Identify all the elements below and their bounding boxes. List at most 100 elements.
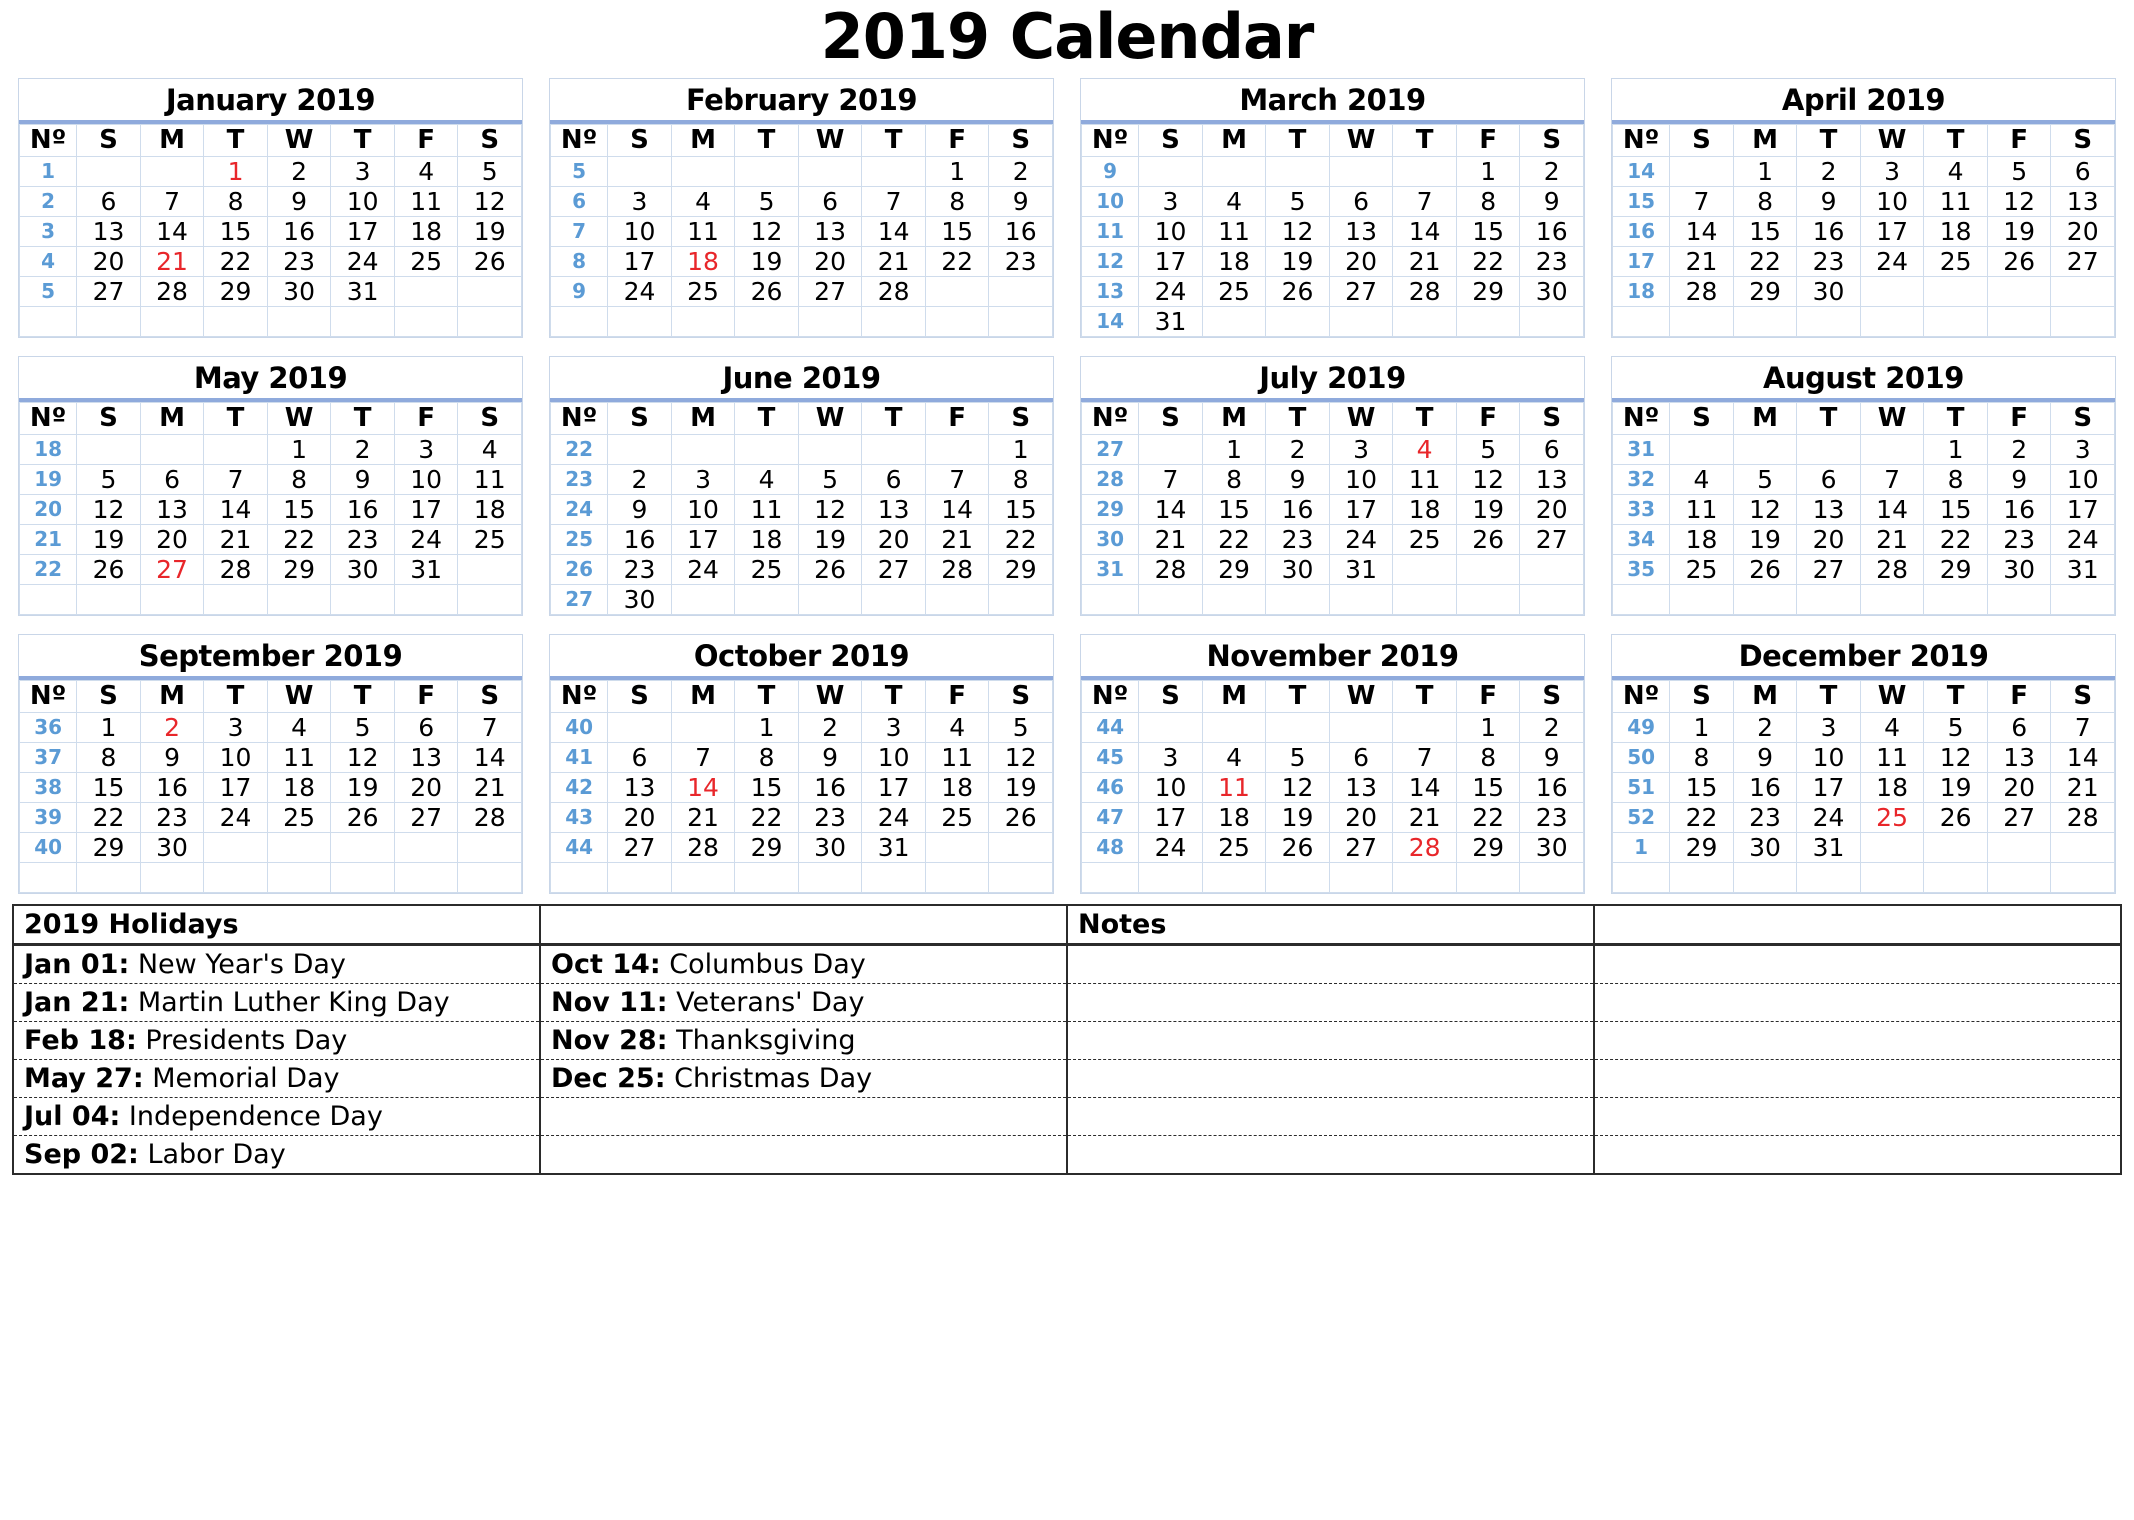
day-cell[interactable]: 28 (1138, 554, 1203, 585)
day-cell[interactable]: 20 (1796, 524, 1861, 555)
day-cell[interactable]: 19 (1923, 772, 1988, 803)
day-cell[interactable]: 4 (393, 156, 459, 187)
day-cell[interactable]: 3 (607, 186, 672, 217)
day-cell[interactable]: 17 (1328, 494, 1394, 525)
day-cell[interactable]: 9 (1986, 464, 2052, 495)
day-cell[interactable]: 11 (457, 464, 522, 495)
day-cell[interactable]: 25 (1923, 246, 1988, 277)
day-cell[interactable]: 22 (1455, 802, 1521, 833)
day-cell[interactable]: 15 (1201, 494, 1267, 525)
day-cell[interactable]: 1 (1669, 712, 1734, 743)
day-cell[interactable]: 5 (1265, 742, 1330, 773)
day-cell[interactable]: 22 (266, 524, 332, 555)
day-cell[interactable]: 7 (139, 186, 205, 217)
day-cell[interactable]: 11 (1201, 216, 1267, 247)
day-cell[interactable]: 6 (607, 742, 672, 773)
day-cell[interactable]: 17 (1859, 216, 1925, 247)
day-cell[interactable]: 17 (1796, 772, 1861, 803)
day-cell[interactable]: 11 (393, 186, 459, 217)
day-cell[interactable]: 15 (203, 216, 268, 247)
day-cell[interactable]: 2 (1519, 712, 1584, 743)
day-cell[interactable]: 15 (1732, 216, 1798, 247)
day-cell[interactable]: 4 (1859, 712, 1925, 743)
day-cell[interactable]: 16 (1796, 216, 1861, 247)
day-cell[interactable]: 3 (1328, 434, 1394, 465)
day-cell[interactable]: 23 (607, 554, 672, 585)
day-cell[interactable]: 19 (988, 772, 1053, 803)
day-cell[interactable]: 9 (139, 742, 205, 773)
day-cell[interactable]: 31 (330, 276, 395, 307)
day-cell[interactable]: 21 (457, 772, 522, 803)
day-cell[interactable]: 6 (393, 712, 459, 743)
day-cell[interactable]: 20 (1986, 772, 2052, 803)
day-cell[interactable]: 9 (988, 186, 1053, 217)
day-cell[interactable]: 25 (1392, 524, 1457, 555)
day-cell[interactable]: 23 (988, 246, 1053, 277)
notes-extra-cell[interactable] (1593, 944, 2122, 984)
day-cell[interactable]: 21 (924, 524, 990, 555)
day-cell[interactable]: 16 (1519, 772, 1584, 803)
day-cell[interactable]: 7 (203, 464, 268, 495)
day-cell[interactable]: 13 (1986, 742, 2052, 773)
day-cell[interactable]: 22 (988, 524, 1053, 555)
day-cell[interactable]: 9 (1732, 742, 1798, 773)
day-cell[interactable]: 27 (1328, 832, 1394, 863)
notes-extra-cell[interactable] (1593, 983, 2122, 1022)
day-cell[interactable]: 27 (1328, 276, 1394, 307)
day-cell[interactable]: 24 (393, 524, 459, 555)
day-cell[interactable]: 20 (1328, 246, 1394, 277)
holiday-day-cell[interactable]: 11 (1201, 772, 1267, 803)
day-cell[interactable]: 25 (1201, 276, 1267, 307)
day-cell[interactable]: 26 (457, 246, 522, 277)
day-cell[interactable]: 4 (1201, 742, 1267, 773)
day-cell[interactable]: 24 (2050, 524, 2115, 555)
holiday-day-cell[interactable]: 21 (139, 246, 205, 277)
day-cell[interactable]: 13 (1328, 772, 1394, 803)
holiday-day-cell[interactable]: 27 (139, 554, 205, 585)
day-cell[interactable]: 19 (1455, 494, 1521, 525)
day-cell[interactable]: 20 (861, 524, 926, 555)
day-cell[interactable]: 17 (1138, 246, 1203, 277)
day-cell[interactable]: 9 (1519, 186, 1584, 217)
day-cell[interactable]: 30 (797, 832, 863, 863)
day-cell[interactable]: 14 (924, 494, 990, 525)
day-cell[interactable]: 2 (1519, 156, 1584, 187)
day-cell[interactable]: 14 (1392, 216, 1457, 247)
day-cell[interactable]: 25 (266, 802, 332, 833)
day-cell[interactable]: 22 (1201, 524, 1267, 555)
day-cell[interactable]: 29 (1669, 832, 1734, 863)
notes-cell[interactable] (1066, 1135, 1595, 1175)
day-cell[interactable]: 14 (1392, 772, 1457, 803)
day-cell[interactable]: 2 (607, 464, 672, 495)
day-cell[interactable]: 31 (393, 554, 459, 585)
day-cell[interactable]: 1 (734, 712, 799, 743)
day-cell[interactable]: 8 (266, 464, 332, 495)
day-cell[interactable]: 24 (1138, 832, 1203, 863)
day-cell[interactable]: 15 (1669, 772, 1734, 803)
day-cell[interactable]: 3 (1138, 742, 1203, 773)
day-cell[interactable]: 19 (330, 772, 395, 803)
day-cell[interactable]: 1 (1923, 434, 1988, 465)
notes-extra-cell[interactable] (1593, 1097, 2122, 1136)
day-cell[interactable]: 20 (2050, 216, 2115, 247)
day-cell[interactable]: 10 (330, 186, 395, 217)
day-cell[interactable]: 8 (1455, 186, 1521, 217)
day-cell[interactable]: 7 (457, 712, 522, 743)
day-cell[interactable]: 16 (1519, 216, 1584, 247)
day-cell[interactable]: 4 (457, 434, 522, 465)
day-cell[interactable]: 14 (2050, 742, 2115, 773)
day-cell[interactable]: 29 (76, 832, 141, 863)
day-cell[interactable]: 6 (2050, 156, 2115, 187)
notes-cell[interactable] (1066, 1097, 1595, 1136)
day-cell[interactable]: 7 (1669, 186, 1734, 217)
day-cell[interactable]: 3 (1138, 186, 1203, 217)
day-cell[interactable]: 27 (76, 276, 141, 307)
day-cell[interactable]: 24 (330, 246, 395, 277)
holiday-day-cell[interactable]: 4 (1392, 434, 1457, 465)
day-cell[interactable]: 13 (1796, 494, 1861, 525)
day-cell[interactable]: 18 (266, 772, 332, 803)
day-cell[interactable]: 13 (797, 216, 863, 247)
day-cell[interactable]: 16 (988, 216, 1053, 247)
day-cell[interactable]: 26 (797, 554, 863, 585)
day-cell[interactable]: 18 (924, 772, 990, 803)
